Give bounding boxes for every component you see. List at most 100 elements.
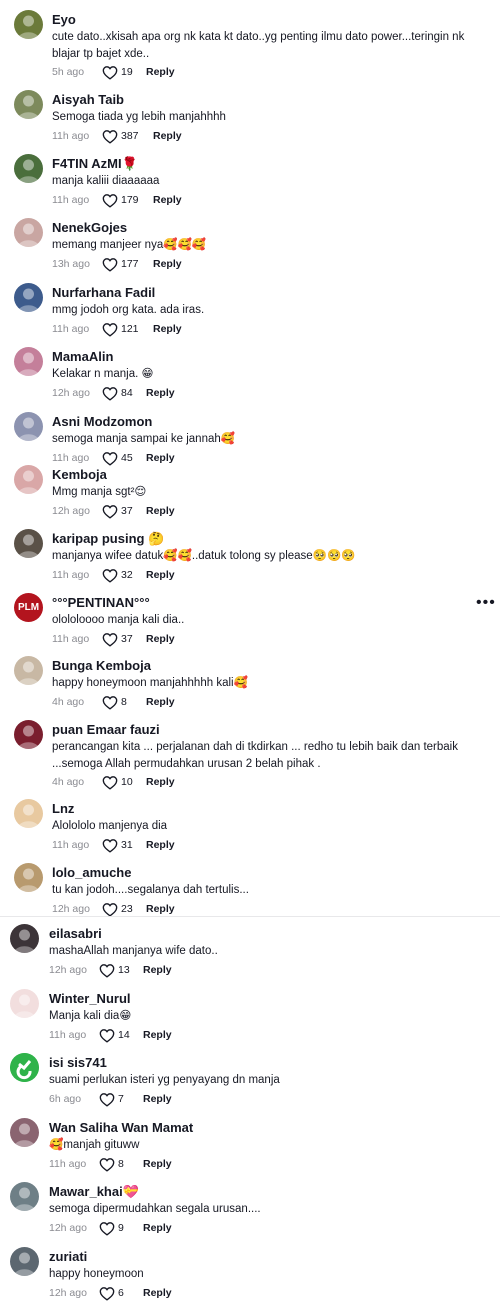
reply-button[interactable]: Reply: [146, 452, 175, 464]
comment-username[interactable]: NenekGojes: [52, 220, 127, 235]
comment-username[interactable]: Mawar_khai💝: [49, 1184, 139, 1199]
heart-icon[interactable]: [102, 386, 118, 401]
avatar[interactable]: [14, 720, 43, 749]
heart-icon[interactable]: [99, 1221, 115, 1236]
comment-username[interactable]: karipap pusing 🤔: [52, 531, 164, 546]
heart-icon[interactable]: [102, 129, 118, 144]
reply-button[interactable]: Reply: [146, 66, 175, 78]
comment-username[interactable]: F4TIN AzMI🌹: [52, 156, 138, 171]
comment-timestamp: 4h ago: [52, 696, 85, 708]
comment-text: 🥰manjah gituww: [49, 1139, 140, 1151]
avatar[interactable]: [14, 283, 43, 312]
heart-icon[interactable]: [102, 65, 118, 80]
avatar[interactable]: [14, 465, 43, 494]
heart-icon[interactable]: [102, 257, 118, 272]
more-options-icon[interactable]: •••: [476, 594, 496, 612]
avatar[interactable]: PLM: [14, 593, 43, 622]
comment-timestamp: 11h ago: [49, 1158, 87, 1170]
reply-button[interactable]: Reply: [143, 1287, 172, 1299]
heart-icon[interactable]: [99, 1028, 115, 1043]
comment-username[interactable]: Bunga Kemboja: [52, 658, 151, 673]
reply-button[interactable]: Reply: [143, 1029, 172, 1041]
reply-button[interactable]: Reply: [143, 1093, 172, 1105]
heart-icon[interactable]: [99, 963, 115, 978]
reply-button[interactable]: Reply: [153, 323, 182, 335]
comment-text: memang manjeer nya🥰🥰🥰: [52, 239, 207, 251]
comment-timestamp: 11h ago: [49, 1029, 87, 1041]
avatar[interactable]: [14, 90, 43, 119]
comment-username[interactable]: Winter_Nurul: [49, 991, 131, 1006]
comment-username[interactable]: MamaAlin: [52, 349, 113, 364]
comment-username[interactable]: isi sis741: [49, 1055, 107, 1070]
avatar[interactable]: [14, 799, 43, 828]
heart-icon[interactable]: [102, 504, 118, 519]
comment-timestamp: 12h ago: [52, 903, 90, 915]
comment-text: mashaAllah manjanya wife dato..: [49, 945, 218, 957]
comment-username[interactable]: lolo_amuche: [52, 865, 131, 880]
comment-username[interactable]: Kemboja: [52, 467, 107, 482]
reply-button[interactable]: Reply: [146, 633, 175, 645]
comment-username[interactable]: Lnz: [52, 801, 74, 816]
reply-button[interactable]: Reply: [146, 569, 175, 581]
reply-button[interactable]: Reply: [153, 130, 182, 142]
comment-timestamp: 11h ago: [52, 323, 90, 335]
comment-username[interactable]: zuriati: [49, 1249, 87, 1264]
avatar[interactable]: [14, 218, 43, 247]
avatar[interactable]: [14, 154, 43, 183]
heart-icon[interactable]: [99, 1286, 115, 1301]
heart-icon[interactable]: [102, 568, 118, 583]
reply-button[interactable]: Reply: [143, 964, 172, 976]
avatar[interactable]: [10, 1053, 39, 1082]
comment-username[interactable]: Eyo: [52, 12, 76, 27]
comment-username[interactable]: °°°PENTINAN°°°: [52, 595, 150, 610]
comment-username[interactable]: Aisyah Taib: [52, 92, 124, 107]
avatar[interactable]: [14, 656, 43, 685]
heart-icon[interactable]: [102, 193, 118, 208]
avatar[interactable]: [10, 1118, 39, 1147]
reply-button[interactable]: Reply: [146, 696, 175, 708]
like-count: 19: [121, 66, 133, 78]
reply-button[interactable]: Reply: [146, 505, 175, 517]
comment-timestamp: 11h ago: [52, 130, 90, 142]
avatar[interactable]: [14, 10, 43, 39]
heart-icon[interactable]: [99, 1092, 115, 1107]
comment-username[interactable]: eilasabri: [49, 926, 102, 941]
comment-text: Kelakar n manja. 😁: [52, 368, 154, 380]
comment-timestamp: 13h ago: [52, 258, 90, 270]
comment-username[interactable]: puan Emaar fauzi: [52, 722, 160, 737]
reply-button[interactable]: Reply: [153, 258, 182, 270]
comment-username[interactable]: Nurfarhana Fadil: [52, 285, 155, 300]
like-count: 8: [118, 1158, 124, 1170]
like-count: 37: [121, 505, 133, 517]
avatar[interactable]: [10, 924, 39, 953]
avatar[interactable]: [10, 989, 39, 1018]
heart-icon[interactable]: [102, 632, 118, 647]
comment-text: Mmg manja sgt²😌: [52, 486, 147, 498]
comment-timestamp: 6h ago: [49, 1093, 82, 1105]
reply-button[interactable]: Reply: [146, 903, 175, 915]
reply-button[interactable]: Reply: [146, 839, 175, 851]
reply-button[interactable]: Reply: [153, 194, 182, 206]
comment-text: happy honeymoon: [49, 1268, 144, 1280]
heart-icon[interactable]: [102, 838, 118, 853]
avatar[interactable]: [14, 529, 43, 558]
heart-icon[interactable]: [102, 451, 118, 466]
avatar[interactable]: [14, 412, 43, 441]
reply-button[interactable]: Reply: [146, 387, 175, 399]
heart-icon[interactable]: [102, 902, 118, 917]
comment-text: semoga dipermudahkan segala urusan....: [49, 1203, 261, 1215]
comment-username[interactable]: Asni Modzomon: [52, 414, 152, 429]
avatar[interactable]: [10, 1182, 39, 1211]
avatar[interactable]: [14, 347, 43, 376]
comment-username[interactable]: Wan Saliha Wan Mamat: [49, 1120, 193, 1135]
reply-button[interactable]: Reply: [146, 776, 175, 788]
reply-button[interactable]: Reply: [143, 1222, 172, 1234]
reply-button[interactable]: Reply: [143, 1158, 172, 1170]
heart-icon[interactable]: [102, 322, 118, 337]
comment-timestamp: 12h ago: [49, 1222, 87, 1234]
heart-icon[interactable]: [102, 695, 118, 710]
heart-icon[interactable]: [102, 775, 118, 790]
heart-icon[interactable]: [99, 1157, 115, 1172]
avatar[interactable]: [10, 1247, 39, 1276]
avatar[interactable]: [14, 863, 43, 892]
